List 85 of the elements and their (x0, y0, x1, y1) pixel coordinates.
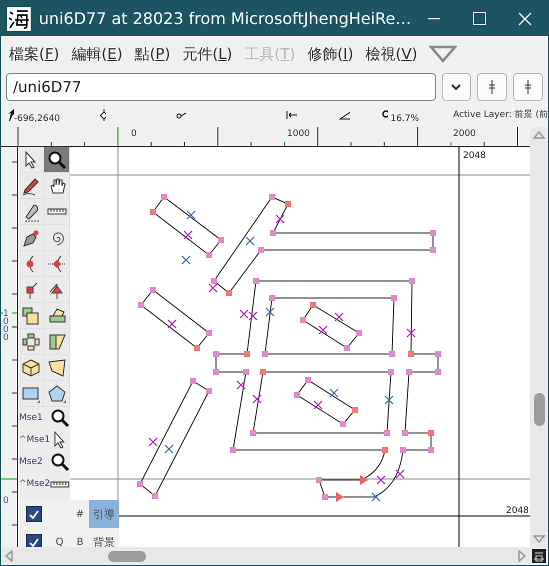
layer-name[interactable]: 引導 (89, 500, 119, 528)
tool-button[interactable] (44, 355, 70, 381)
scroll-thumb[interactable] (108, 550, 146, 562)
guide-label: 2048 (506, 506, 529, 516)
guide-label: 2048 (463, 151, 486, 161)
minimize-icon (428, 18, 440, 20)
tool-button[interactable] (18, 147, 44, 173)
magnifier-icon (50, 408, 70, 428)
point-to-pointer-icon (176, 110, 186, 120)
double-dash-icon (489, 80, 496, 94)
menu-item[interactable]: 檔案(F) (9, 44, 60, 64)
tool-button[interactable] (44, 329, 70, 355)
glyph-name-field[interactable]: /uni6D77 (6, 73, 436, 101)
glyph-app-icon (7, 6, 31, 30)
ruler-label: 0 (131, 129, 137, 139)
layer-type: Q (54, 536, 64, 548)
tool-button[interactable] (44, 199, 70, 225)
layer-checkbox[interactable] (26, 534, 42, 548)
mouse-button-label: ^Mse2 (19, 479, 50, 489)
skew-icon (46, 332, 66, 352)
dropdown-button[interactable] (442, 73, 472, 101)
tool-button[interactable] (18, 329, 44, 355)
maximize-icon (473, 12, 486, 25)
mouse-button-label: Mse2 (19, 457, 43, 467)
tool-button[interactable] (44, 173, 70, 199)
dropdown-triangle-icon[interactable] (429, 45, 458, 63)
pencil-icon (20, 176, 40, 196)
pointer-icon (7, 108, 14, 120)
rotate-icon (46, 306, 66, 326)
checkmark-icon (29, 510, 39, 518)
flip-icon (20, 332, 40, 352)
menu-item[interactable]: 編輯(E) (71, 44, 123, 64)
tool-button[interactable] (44, 303, 70, 329)
double-dash-icon (525, 80, 532, 94)
menu-item[interactable]: 檢視(V) (365, 44, 418, 64)
ruler-label: 1000 (287, 129, 310, 139)
zoom-level: 16.7% (390, 114, 420, 124)
menu-item[interactable]: 元件(L) (182, 44, 232, 64)
zoom-icon (382, 110, 388, 120)
active-layer: Active Layer: 前景 (前 (453, 108, 548, 121)
tool-button[interactable] (18, 173, 44, 199)
ruler-icon (46, 208, 66, 215)
magnifier-icon (50, 452, 70, 472)
magnifier-icon (46, 150, 66, 170)
mouse-button-label: Mse1 (19, 413, 43, 423)
tool-button[interactable] (18, 381, 44, 407)
window-title: uni6D77 at 28023 from MicrosoftJhengHeiRe… (38, 9, 412, 28)
hv-point-icon (46, 254, 66, 274)
tool-button[interactable] (44, 381, 70, 407)
tool-button[interactable] (44, 147, 70, 173)
chevron-down-icon (451, 84, 462, 90)
ruler-label: 2000 (453, 129, 476, 139)
scroll-thumb[interactable] (534, 393, 544, 426)
tool-button[interactable] (18, 303, 44, 329)
tool-button[interactable] (18, 277, 44, 303)
layer-checkbox[interactable] (26, 506, 42, 522)
tool-button[interactable] (44, 277, 70, 303)
tool-button[interactable] (18, 199, 44, 225)
layer-type: B (76, 536, 84, 548)
mouse-button-label: ^Mse1 (19, 435, 50, 445)
pentagon-icon (46, 384, 66, 404)
next-glyph-button[interactable] (513, 73, 543, 101)
ruler-label: 1000 (3, 310, 12, 342)
cube-icon (20, 358, 40, 378)
horizontal-scrollbar[interactable] (1, 547, 548, 565)
tool-button[interactable] (44, 225, 70, 251)
glyph-thumbnail-icon (532, 549, 546, 563)
close-icon (518, 12, 532, 26)
distance-icon (286, 110, 298, 120)
layer-name[interactable]: 背景 (89, 528, 119, 548)
vertical-scrollbar[interactable] (530, 127, 548, 547)
tool-button[interactable] (18, 355, 44, 381)
tool-button[interactable] (18, 225, 44, 251)
angle-icon (339, 110, 350, 120)
menu-item[interactable]: 修飾(I) (307, 44, 354, 64)
perspective-icon (46, 358, 66, 378)
point-icon (100, 108, 106, 120)
layer-type: # (74, 508, 86, 520)
pen-nib-icon (20, 228, 40, 248)
previous-glyph-button[interactable] (477, 73, 508, 101)
cursor-coordinates: -696,2640 (14, 114, 60, 124)
checkmark-icon (29, 538, 39, 546)
scale-icon (20, 306, 40, 326)
menu-item[interactable]: 點(P) (134, 44, 170, 64)
ruler-icon (50, 480, 70, 488)
